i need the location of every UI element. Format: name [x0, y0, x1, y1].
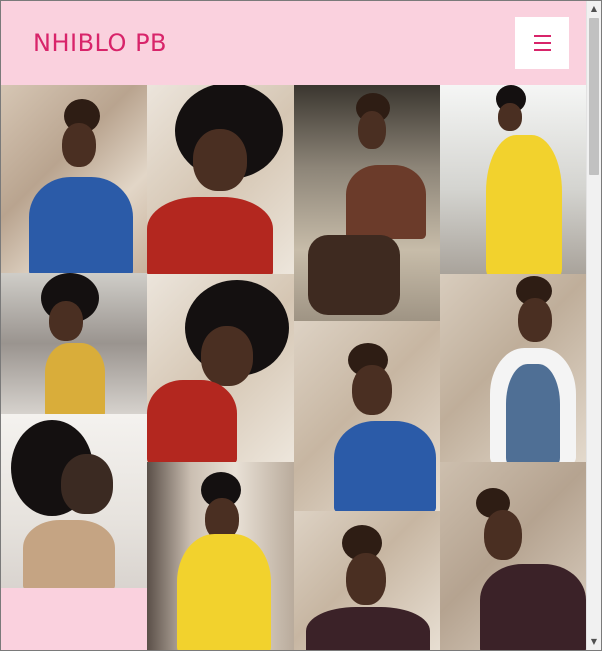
- vertical-scrollbar[interactable]: ▲ ▼: [586, 1, 601, 650]
- gallery-photo[interactable]: [1, 273, 147, 414]
- gallery-photo[interactable]: [147, 462, 294, 650]
- photo-gallery: [1, 85, 586, 650]
- browser-window: NHIBLO PB ▲ ▼: [0, 0, 602, 651]
- hamburger-icon-bar: [533, 42, 551, 44]
- hamburger-icon: [533, 35, 551, 37]
- gallery-photo[interactable]: [294, 85, 440, 321]
- gallery-photo[interactable]: [147, 85, 294, 274]
- site-header: NHIBLO PB: [1, 1, 586, 85]
- gallery-photo[interactable]: [1, 414, 147, 588]
- arrow-down-icon[interactable]: ▼: [587, 635, 601, 649]
- arrow-up-icon[interactable]: ▲: [587, 2, 601, 16]
- gallery-photo[interactable]: [294, 511, 440, 650]
- gallery-photo[interactable]: [440, 462, 586, 650]
- hamburger-icon-bar: [533, 49, 551, 51]
- site-title[interactable]: NHIBLO PB: [33, 29, 167, 57]
- gallery-photo[interactable]: [440, 274, 586, 462]
- gallery-photo[interactable]: [147, 274, 294, 462]
- scrollbar-thumb[interactable]: [589, 18, 599, 175]
- gallery-photo[interactable]: [1, 85, 147, 273]
- gallery-photo[interactable]: [294, 321, 440, 511]
- gallery-photo[interactable]: [440, 85, 586, 274]
- menu-button[interactable]: [515, 17, 569, 69]
